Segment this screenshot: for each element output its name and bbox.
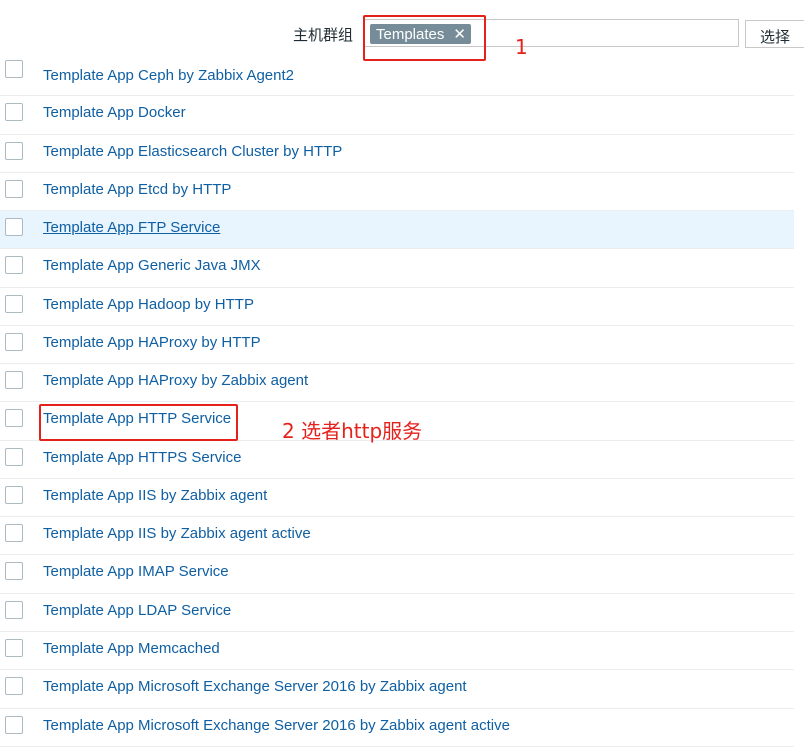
template-link[interactable]: Template App IIS by Zabbix agent — [43, 487, 267, 504]
annotation-step-2: 2 选者http服务 — [282, 419, 423, 443]
template-checkbox[interactable] — [5, 294, 23, 313]
template-checkbox[interactable] — [5, 179, 23, 198]
template-checkbox[interactable] — [5, 409, 23, 428]
template-checkbox[interactable] — [5, 524, 23, 543]
template-row: Template App Elasticsearch Cluster by HT… — [0, 135, 794, 173]
template-row: Template App HAProxy by Zabbix agent — [0, 364, 794, 403]
annotation-step-1: 1 — [515, 35, 528, 59]
template-row: Template App IMAP Service — [0, 555, 794, 594]
template-link[interactable]: Template App HAProxy by HTTP — [43, 334, 261, 351]
template-row: Template App Etcd by HTTP — [0, 173, 794, 212]
template-link[interactable]: Template App IMAP Service — [43, 563, 229, 580]
template-link[interactable]: Template App HAProxy by Zabbix agent — [43, 372, 308, 389]
host-group-label: 主机群组 — [293, 26, 354, 44]
template-row: Template App IIS by Zabbix agent active — [0, 517, 794, 556]
template-checkbox[interactable] — [5, 715, 23, 734]
template-link[interactable]: Template App Elasticsearch Cluster by HT… — [43, 143, 342, 160]
template-row: Template App Microsoft Exchange Server 2… — [0, 709, 794, 747]
template-checkbox[interactable] — [5, 256, 23, 275]
template-link[interactable]: Template App Memcached — [43, 640, 220, 657]
template-checkbox[interactable] — [5, 332, 23, 351]
template-link[interactable]: Template App HTTPS Service — [43, 449, 241, 466]
template-row: Template App Generic Java JMX — [0, 249, 794, 288]
template-link[interactable]: Template App Ceph by Zabbix Agent2 — [43, 67, 294, 84]
template-row: Template App Docker — [0, 96, 794, 135]
template-row: Template App FTP Service — [0, 211, 794, 250]
template-checkbox[interactable] — [5, 103, 23, 122]
template-checkbox[interactable] — [5, 371, 23, 390]
template-checkbox[interactable] — [5, 562, 23, 581]
template-checkbox[interactable] — [5, 218, 23, 237]
template-row: Template App HAProxy by HTTP — [0, 326, 794, 365]
template-row: Template App LDAP Service — [0, 594, 794, 632]
template-row: Template App Microsoft Exchange Server 2… — [0, 670, 794, 709]
template-link[interactable]: Template App IIS by Zabbix agent active — [43, 525, 311, 542]
template-link[interactable]: Template App Hadoop by HTTP — [43, 296, 254, 313]
template-list: Template App Ceph by Zabbix Agent2 Templa… — [0, 58, 794, 747]
annotation-box-templates — [363, 15, 486, 61]
template-checkbox[interactable] — [5, 447, 23, 466]
template-link[interactable]: Template App Etcd by HTTP — [43, 181, 231, 198]
annotation-box-http-service — [39, 404, 238, 441]
template-checkbox[interactable] — [5, 141, 23, 160]
template-link[interactable]: Template App Microsoft Exchange Server 2… — [43, 717, 510, 734]
template-checkbox[interactable] — [5, 600, 23, 619]
template-row: Template App Memcached — [0, 632, 794, 671]
template-row: Template App Hadoop by HTTP — [0, 288, 794, 326]
template-checkbox[interactable] — [5, 638, 23, 657]
template-link[interactable]: Template App FTP Service — [43, 219, 220, 236]
template-row: Template App Ceph by Zabbix Agent2 — [0, 58, 794, 97]
template-row: Template App HTTPS Service — [0, 441, 794, 479]
template-checkbox[interactable] — [5, 485, 23, 504]
template-link[interactable]: Template App Generic Java JMX — [43, 257, 261, 274]
template-link[interactable]: Template App Docker — [43, 104, 186, 121]
template-checkbox[interactable] — [5, 677, 23, 696]
template-row: Template App IIS by Zabbix agent — [0, 479, 794, 518]
select-button[interactable]: 选择 — [745, 20, 804, 48]
template-checkbox[interactable] — [5, 60, 23, 78]
template-link[interactable]: Template App Microsoft Exchange Server 2… — [43, 678, 467, 695]
template-link[interactable]: Template App LDAP Service — [43, 602, 231, 619]
